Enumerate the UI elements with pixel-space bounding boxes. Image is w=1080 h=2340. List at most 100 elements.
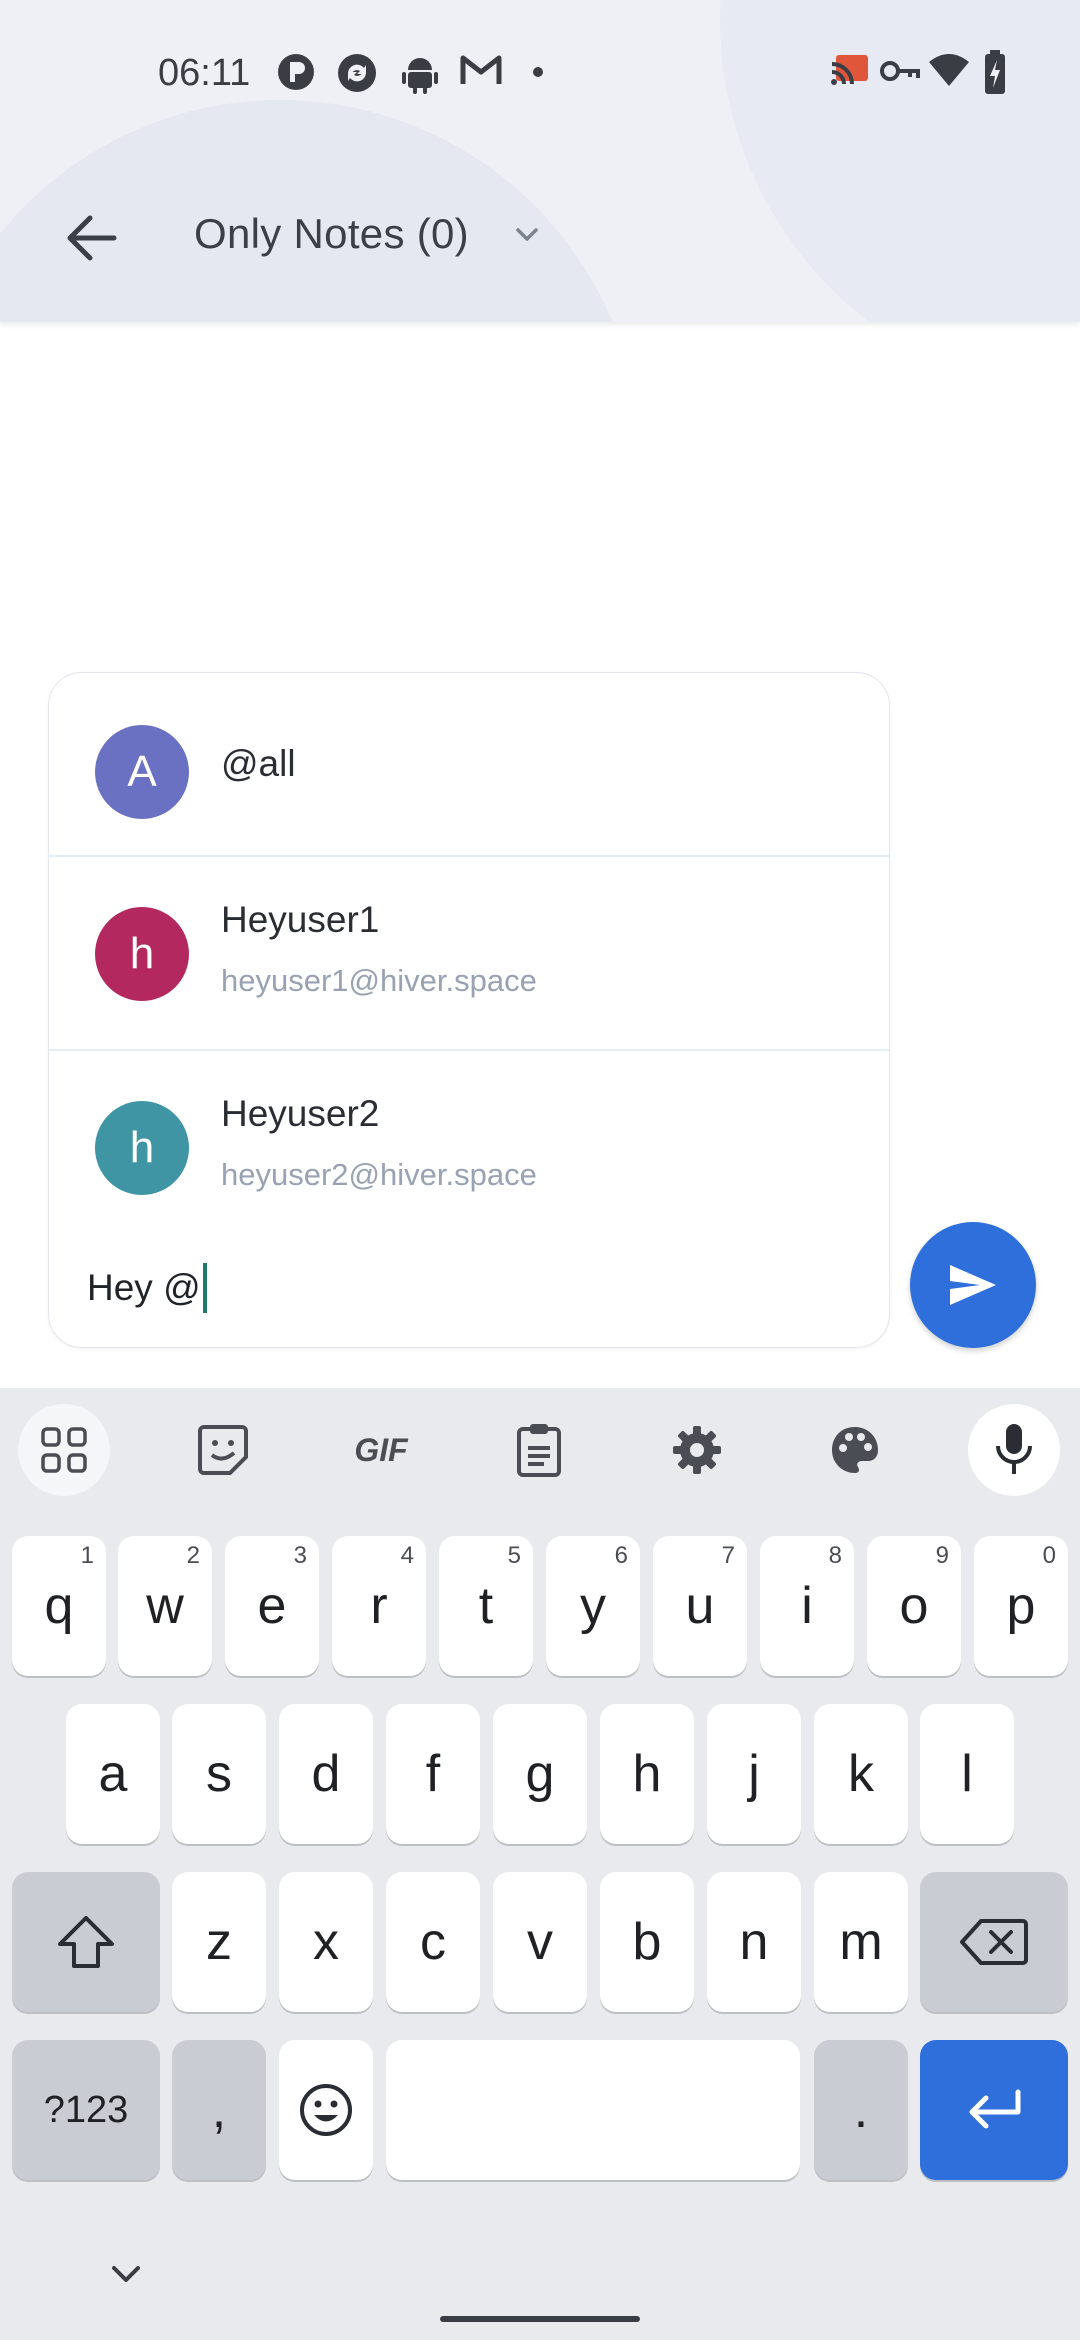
palette-icon: [832, 1427, 878, 1473]
comma-key[interactable]: ,: [172, 2040, 266, 2180]
mic-icon: [996, 1424, 1032, 1474]
mention-suggestions: A @all h Heyuser1 heyuser1@hiver.space h…: [48, 672, 890, 1348]
key-j[interactable]: j: [707, 1704, 801, 1844]
period-key[interactable]: .: [814, 2040, 908, 2180]
key-hint: 3: [293, 1542, 307, 1569]
settings-button[interactable]: [651, 1404, 743, 1496]
key-hint: 4: [400, 1542, 414, 1569]
gear-icon: [673, 1426, 721, 1474]
chevron-down-icon[interactable]: [512, 220, 542, 250]
send-icon: [950, 1265, 996, 1305]
gesture-home-bar[interactable]: [440, 2316, 640, 2322]
mention-email: heyuser2@hiver.space: [221, 1157, 537, 1192]
avatar: h: [95, 1101, 189, 1195]
key-hint: 0: [1042, 1542, 1056, 1569]
cast-icon: [831, 55, 868, 85]
hide-keyboard-icon[interactable]: [106, 2262, 146, 2288]
mention-name: Heyuser2: [221, 1093, 380, 1134]
key-x[interactable]: x: [279, 1872, 373, 2012]
note-input[interactable]: Hey @: [87, 1263, 207, 1313]
key-label: q: [44, 1577, 74, 1635]
gif-button[interactable]: GIF: [335, 1404, 427, 1496]
key-s[interactable]: s: [172, 1704, 266, 1844]
key-h[interactable]: h: [600, 1704, 694, 1844]
key-l[interactable]: l: [920, 1704, 1014, 1844]
key-g[interactable]: g: [493, 1704, 587, 1844]
key-hint: 8: [828, 1542, 842, 1569]
soft-keyboard: GIF q 1 w 2 e 3 r 4 t 5 y 6 u 7 i 8 o 9 …: [0, 1388, 1080, 2340]
key-r[interactable]: r4: [332, 1536, 426, 1676]
apps-icon: [41, 1427, 87, 1473]
sticker-icon: [198, 1425, 248, 1475]
key-q[interactable]: q1: [12, 1536, 106, 1676]
mention-name: @all: [221, 743, 296, 784]
mention-item-all[interactable]: A @all: [49, 673, 889, 857]
android-icon: [402, 58, 438, 94]
mention-name: Heyuser1: [221, 899, 380, 940]
avatar: A: [95, 725, 189, 819]
shift-key[interactable]: [12, 1872, 160, 2012]
gmail-icon: [460, 55, 502, 84]
enter-icon: [969, 2089, 1021, 2129]
key-label: w: [146, 1577, 184, 1635]
emoji-icon: [300, 2084, 352, 2136]
filter-title[interactable]: Only Notes (0): [194, 210, 469, 258]
key-u[interactable]: u7: [653, 1536, 747, 1676]
key-z[interactable]: z: [172, 1872, 266, 2012]
key-b[interactable]: b: [600, 1872, 694, 2012]
mention-item-heyuser2[interactable]: h Heyuser2 heyuser2@hiver.space: [49, 1051, 889, 1243]
key-k[interactable]: k: [814, 1704, 908, 1844]
key-label: t: [478, 1577, 494, 1635]
backspace-icon: [960, 1919, 1028, 1965]
sync-icon: [338, 54, 376, 92]
key-a[interactable]: a: [66, 1704, 160, 1844]
arrow-back-icon: [67, 215, 117, 261]
symbols-key[interactable]: ?123: [12, 2040, 160, 2180]
apps-button[interactable]: [18, 1404, 110, 1496]
key-v[interactable]: v: [493, 1872, 587, 2012]
space-key[interactable]: [386, 2040, 800, 2180]
key-m[interactable]: m: [814, 1872, 908, 2012]
vpn-key-icon: [880, 61, 920, 81]
key-d[interactable]: d: [279, 1704, 373, 1844]
key-label: e: [257, 1577, 287, 1635]
key-p[interactable]: p0: [974, 1536, 1068, 1676]
battery-charging-icon: [985, 50, 1005, 94]
key-c[interactable]: c: [386, 1872, 480, 2012]
voice-input-button[interactable]: [968, 1404, 1060, 1496]
key-label: o: [899, 1577, 929, 1635]
backspace-key[interactable]: [920, 1872, 1068, 2012]
dot-icon: [533, 67, 543, 77]
mention-item-heyuser1[interactable]: h Heyuser1 heyuser1@hiver.space: [49, 857, 889, 1051]
clipboard-button[interactable]: [493, 1404, 585, 1496]
gif-icon: GIF: [354, 1431, 408, 1468]
sticker-button[interactable]: [177, 1404, 269, 1496]
back-button[interactable]: [58, 204, 126, 272]
key-hint: 1: [80, 1542, 94, 1569]
toolbar: Only Notes (0): [0, 180, 1080, 290]
key-y[interactable]: y6: [546, 1536, 640, 1676]
key-label: u: [685, 1577, 715, 1635]
key-i[interactable]: i8: [760, 1536, 854, 1676]
avatar: h: [95, 907, 189, 1001]
theme-button[interactable]: [809, 1404, 901, 1496]
app-icon-p: [278, 54, 314, 90]
clipboard-icon: [517, 1424, 561, 1477]
key-hint: 6: [614, 1542, 628, 1569]
key-e[interactable]: e3: [225, 1536, 319, 1676]
key-o[interactable]: o9: [867, 1536, 961, 1676]
key-w[interactable]: w2: [118, 1536, 212, 1676]
text-cursor: [202, 1263, 207, 1313]
key-hint: 9: [935, 1542, 949, 1569]
status-time: 06:11: [158, 52, 251, 94]
enter-key[interactable]: [920, 2040, 1068, 2180]
emoji-key[interactable]: [279, 2040, 373, 2180]
key-n[interactable]: n: [707, 1872, 801, 2012]
shift-icon: [58, 1916, 114, 1968]
note-input-text: Hey @: [87, 1267, 201, 1308]
key-f[interactable]: f: [386, 1704, 480, 1844]
key-label: y: [580, 1577, 606, 1635]
send-button[interactable]: [910, 1222, 1036, 1348]
app-header: 06:11 Only Notes (0): [0, 0, 1080, 322]
key-t[interactable]: t5: [439, 1536, 533, 1676]
